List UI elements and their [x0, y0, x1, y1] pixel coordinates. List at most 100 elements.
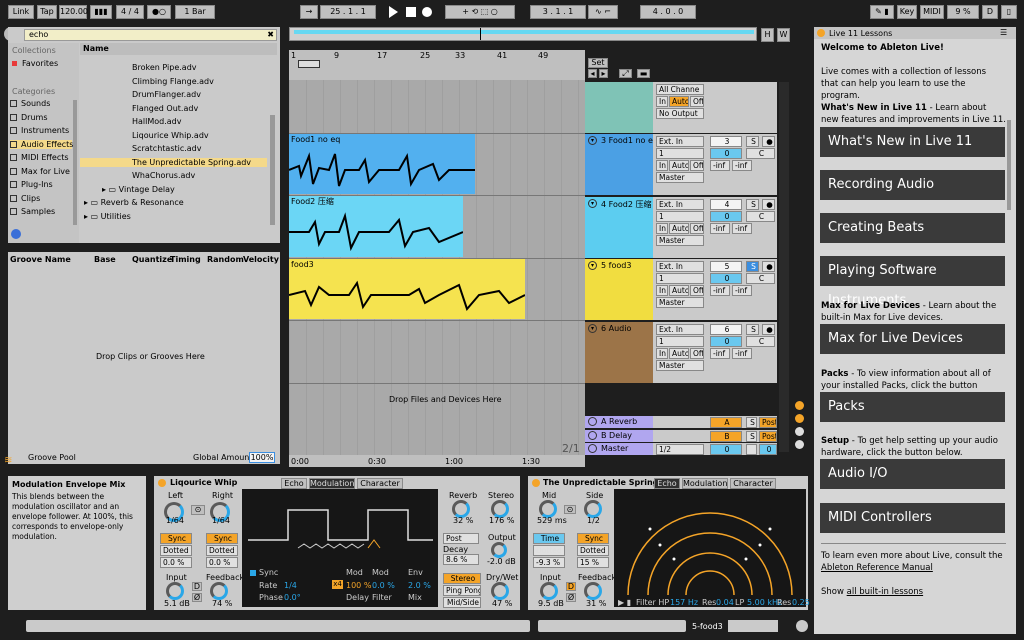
return-solo[interactable]: S [746, 430, 757, 442]
feedback-knob[interactable] [210, 582, 228, 600]
return-post[interactable]: Post [759, 430, 777, 442]
monitor-in[interactable]: In [656, 96, 668, 107]
tab-modulation[interactable]: Modulation [682, 478, 728, 489]
solo-button[interactable]: S [746, 198, 759, 210]
browser-folder[interactable]: ▸ ▭ Reverb & Resonance [84, 198, 184, 207]
loop-button[interactable]: ∿ ⌐ [588, 5, 618, 19]
return-solo[interactable] [746, 444, 757, 455]
output-select[interactable]: Master [656, 297, 704, 308]
input-select[interactable]: Ext. In [656, 323, 704, 335]
return-header[interactable]: B Delay [585, 429, 653, 442]
mod-filter-value[interactable]: 0.0 % [372, 581, 395, 590]
input-knob[interactable] [540, 582, 558, 600]
solo-icon[interactable] [795, 401, 804, 410]
channel-select[interactable]: 1 [656, 148, 704, 159]
lessons-power-icon[interactable] [817, 29, 825, 37]
link-button[interactable]: Link [8, 5, 34, 19]
pan-field[interactable]: C [746, 148, 775, 159]
browser-folder[interactable]: ▸ ▭ Vintage Delay [102, 185, 175, 194]
set-next-icon[interactable]: ▸ [599, 69, 608, 78]
monitor-off[interactable]: Off [690, 347, 704, 359]
left-offset-field[interactable]: 0.0 % [160, 557, 192, 568]
d-button[interactable]: D [192, 582, 202, 591]
device-view-selector[interactable] [728, 620, 778, 632]
browser-add-icon[interactable] [11, 229, 21, 239]
side-dotted-select[interactable]: Dotted [577, 545, 609, 556]
monitor-off[interactable]: Off [690, 96, 704, 107]
volume-field[interactable]: 0 [710, 210, 742, 222]
time-signature-field[interactable]: 4 / 4 [116, 5, 144, 19]
input-select[interactable]: All Channe [656, 84, 704, 95]
hw-button[interactable]: H [761, 28, 774, 42]
input-knob[interactable] [166, 582, 184, 600]
sidebar-item-category[interactable]: Samples [10, 207, 72, 216]
draw-mode-button[interactable]: ✎ ▮ [870, 5, 894, 19]
channel-select[interactable]: 1 [656, 335, 704, 347]
automation-arm-button[interactable]: + ⟲ ⬚ ○ [445, 5, 515, 19]
monitor-in[interactable]: In [656, 222, 668, 234]
clip-food2[interactable]: Food2 压缩 [289, 196, 463, 257]
lesson-creating-beats[interactable]: Creating Beats [820, 213, 1005, 243]
overview-bar[interactable] [289, 27, 757, 41]
browser-item[interactable]: WhaChorus.adv [132, 171, 195, 180]
feedback-knob[interactable] [584, 582, 602, 600]
side-offset-field[interactable]: 15 % [577, 557, 609, 568]
set-button[interactable]: Set [588, 58, 608, 68]
return-header[interactable]: Master [585, 443, 653, 455]
phase-value[interactable]: 0.0° [284, 593, 301, 602]
output-knob[interactable] [491, 542, 507, 558]
track-number[interactable]: 6 [710, 323, 742, 335]
channel-select[interactable]: 1 [656, 273, 704, 284]
global-amount-field[interactable]: 100% [249, 452, 275, 463]
monitor-in[interactable]: In [656, 347, 668, 359]
channel-select[interactable]: 1 [656, 210, 704, 222]
left-dotted-select[interactable]: Dotted [160, 545, 192, 556]
output-select[interactable]: No Output [656, 108, 704, 119]
mod-sync-box[interactable] [250, 570, 256, 576]
sidebar-item-category[interactable]: Clips [10, 194, 72, 203]
w-button[interactable]: W [777, 28, 790, 42]
rate-value[interactable]: 1/4 [284, 581, 297, 590]
return-name[interactable]: Master [601, 444, 628, 453]
track-header[interactable]: ▾ 4 Food2 压缩 [585, 196, 653, 258]
quantize-select[interactable]: 1 Bar [175, 5, 215, 19]
lesson-max-for-live[interactable]: Max for Live Devices [820, 324, 1005, 354]
track-name[interactable]: 4 Food2 压缩 [601, 199, 651, 210]
browser-folder[interactable]: ▸ ▭ Utilities [84, 212, 131, 221]
lesson-packs[interactable]: Packs [820, 392, 1005, 422]
follow-button[interactable]: → [300, 5, 318, 19]
sidebar-item-category[interactable]: Plug-Ins [10, 180, 72, 189]
monitor-in[interactable]: In [656, 160, 668, 171]
lessons-index-icon[interactable]: ☰ [1000, 28, 1007, 37]
track-number[interactable]: 5 [710, 261, 742, 272]
clear-search-icon[interactable]: ✖ [267, 30, 274, 40]
return-letter[interactable]: 0 [710, 444, 742, 455]
cue-icon[interactable] [795, 414, 804, 423]
groove-toggle-icon[interactable]: ≋ [4, 455, 16, 466]
browser-item[interactable]: HallMod.adv [132, 117, 182, 126]
res-value[interactable]: 0.04 [716, 598, 734, 607]
sidebar-item-category[interactable]: Max for Live [10, 167, 72, 176]
return-fold-icon[interactable] [588, 444, 597, 453]
return-fold-icon[interactable] [588, 430, 597, 440]
sidebar-item-category[interactable]: Drums [10, 113, 72, 122]
return-solo[interactable]: S [746, 417, 757, 428]
return-header[interactable]: A Reverb [585, 416, 653, 428]
sidebar-item-category[interactable]: MIDI Effects [10, 153, 72, 162]
arm-button[interactable]: ● [762, 198, 775, 210]
monitor-auto[interactable]: Auto [669, 285, 689, 296]
key-map-button[interactable]: Key [897, 5, 917, 19]
track-number[interactable]: 4 [710, 198, 742, 210]
tab-echo[interactable]: Echo [654, 478, 680, 489]
monitor-auto[interactable]: Auto [669, 160, 689, 171]
mid-side-button[interactable]: Mid/Side [443, 597, 481, 608]
track-name[interactable]: 3 Food1 no e [601, 136, 653, 145]
track-fold-icon[interactable]: ▾ [588, 136, 597, 145]
set-prev-icon[interactable]: ◂ [588, 69, 597, 78]
hp-value[interactable]: 157 Hz [670, 598, 698, 607]
track-header[interactable]: ▾ 3 Food1 no e [585, 134, 653, 195]
browser-item[interactable]: Flanged Out.adv [132, 104, 198, 113]
mid-dotted-select[interactable]: Dotted [533, 545, 565, 556]
stereo-button[interactable]: Stereo [443, 573, 481, 584]
metronome-button[interactable]: ▮▮▮ [90, 5, 112, 19]
